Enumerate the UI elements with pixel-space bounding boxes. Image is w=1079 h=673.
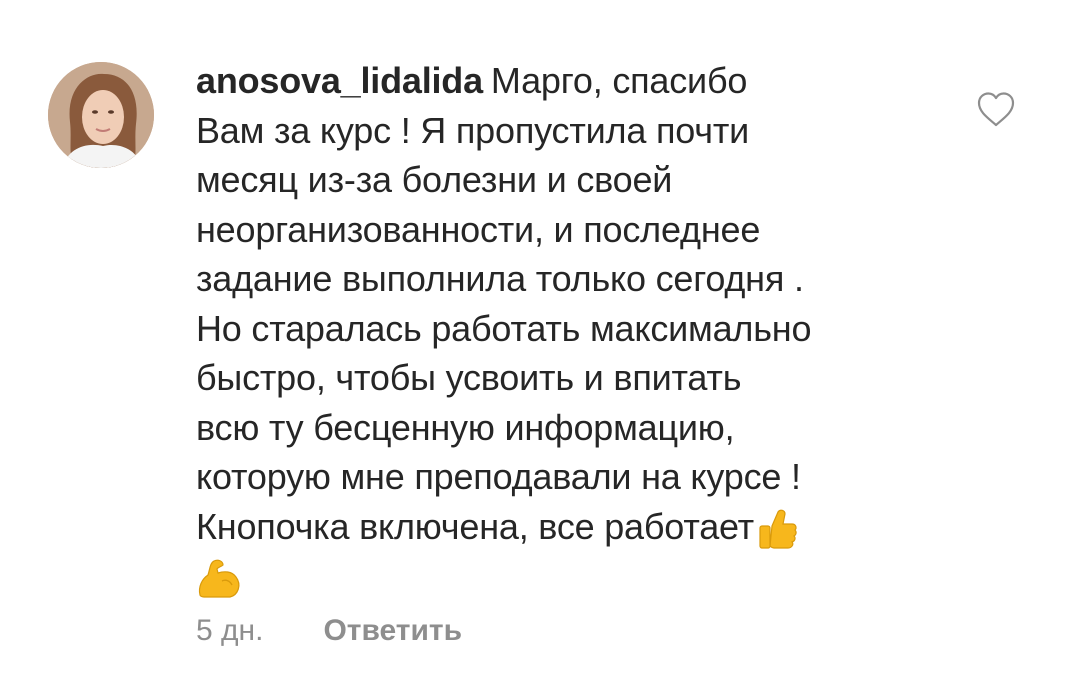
comment: anosova_lidalida Марго, спасибо Вам за ку…: [0, 0, 1079, 673]
comment-line: Кнопочка включена, все работает: [196, 502, 956, 552]
like-button[interactable]: [975, 90, 1017, 130]
comment-timestamp: 5 дн.: [196, 614, 264, 647]
comment-line: которую мне преподавали на курсе !: [196, 456, 801, 497]
comment-line: неорганизованности, и последнее: [196, 208, 761, 250]
thumbs-up-emoji-icon: [758, 508, 798, 550]
comment-text: anosova_lidalida Марго, спасибо Вам за ку…: [196, 56, 956, 601]
comment-line: задание выполнила только сегодня .: [196, 258, 804, 299]
username-link[interactable]: anosova_lidalida: [196, 60, 483, 101]
comment-line: всю ту бесценную информацию,: [196, 406, 735, 448]
comment-line: быстро, чтобы усвоить и впитать: [196, 357, 742, 398]
avatar-photo: [48, 62, 154, 168]
comment-line: Но старалась работать максимально: [196, 307, 812, 349]
heart-outline-icon: [977, 92, 1015, 127]
comment-line: Вам за курс ! Я пропустила почти: [196, 109, 750, 151]
comment-line: [196, 551, 956, 601]
flexed-biceps-emoji-icon: [196, 557, 244, 599]
comment-body: anosova_lidalida Марго, спасибо Вам за ку…: [196, 56, 956, 601]
avatar[interactable]: [48, 62, 154, 168]
comment-meta: 5 дн. Ответить: [196, 614, 462, 648]
comment-line: anosova_lidalida Марго, спасибо: [196, 56, 956, 106]
comment-line-text: Кнопочка включена, все работает: [196, 505, 754, 547]
comment-line: месяц из-за болезни и своей: [196, 159, 673, 200]
reply-button[interactable]: Ответить: [323, 614, 462, 648]
comment-line-text: Марго, спасибо: [490, 60, 748, 101]
